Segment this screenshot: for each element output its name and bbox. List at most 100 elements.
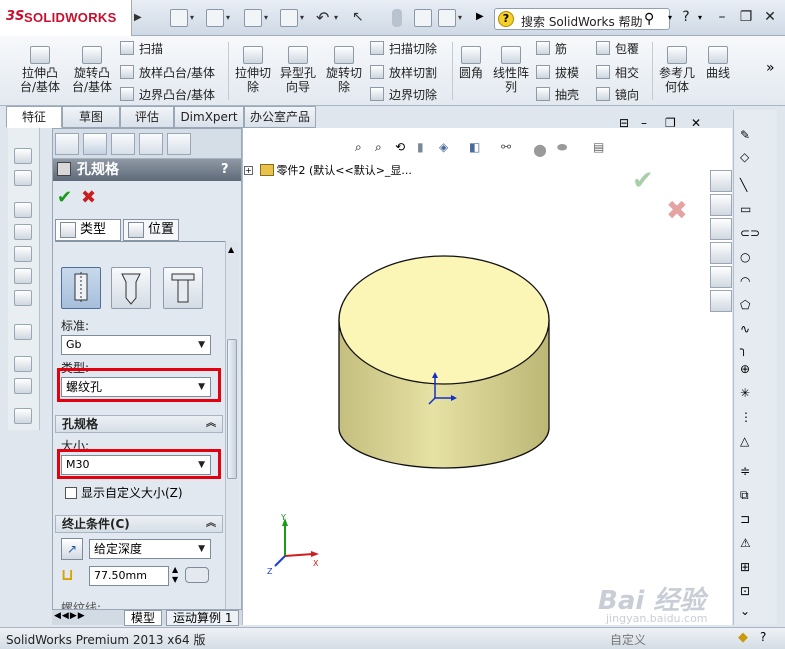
help-dropdown-icon[interactable]: ▾	[698, 13, 702, 22]
tab-evaluate[interactable]: 评估	[120, 106, 174, 128]
toolbar-icon[interactable]	[14, 148, 32, 164]
revolve-cut-button[interactable]: 旋转切 除	[322, 46, 366, 94]
tab-motion-study[interactable]: 运动算例 1	[166, 610, 240, 626]
swept-cut-button[interactable]: 扫描切除	[370, 40, 437, 57]
toolbar-icon[interactable]	[14, 268, 32, 284]
tab-type[interactable]: 类型	[55, 219, 121, 241]
previous-view-icon[interactable]: ⟲	[395, 140, 411, 156]
undo-dropdown-icon[interactable]: ▾	[334, 13, 338, 22]
circle-icon[interactable]: ○	[740, 250, 760, 264]
depth-input[interactable]: 77.50mm	[89, 566, 169, 586]
plane-icon[interactable]: △	[740, 434, 760, 448]
polygon-icon[interactable]: ⬠	[740, 298, 760, 312]
toolbar-icon[interactable]	[14, 224, 32, 240]
toolbar-icon[interactable]	[14, 170, 32, 186]
zoom-to-area-icon[interactable]: ⌕	[375, 140, 391, 156]
file-explorer-icon[interactable]	[710, 218, 732, 240]
flyout-feature-tree[interactable]: + 零件2 (默认<<默认>_显...	[244, 162, 412, 178]
help-menu-icon[interactable]: ?	[676, 8, 696, 28]
linear-pattern-button[interactable]: 线性阵 列	[490, 46, 532, 94]
boundary-cut-button[interactable]: 边界切除	[370, 86, 437, 103]
rectangle-icon[interactable]: ▭	[740, 202, 760, 216]
toolbar-more-down-icon[interactable]: ⌄	[740, 604, 760, 618]
open-folder-icon[interactable]	[206, 9, 224, 27]
confirm-corner-ok-icon[interactable]: ✔	[632, 166, 654, 196]
scroll-up-icon[interactable]: ▲	[228, 245, 234, 254]
ok-button[interactable]: ✔	[57, 187, 72, 208]
shell-button[interactable]: 抽壳	[536, 86, 579, 103]
viewport-split-icon[interactable]: ⊟	[619, 116, 629, 130]
revolve-boss-button[interactable]: 旋转凸 台/基体	[66, 46, 118, 94]
pm-scroll-thumb[interactable]	[227, 339, 237, 479]
reverse-direction-icon[interactable]: ↗	[61, 538, 83, 560]
graphics-area[interactable]: ⊟ – ❐ ✕ ⌕ ⌕ ⟲ ▮ ◈ ◧ ⚯ ● ⬬ ▤ Y X Z	[242, 116, 732, 625]
sweep-button[interactable]: 扫描	[120, 40, 163, 57]
select-arrow-icon[interactable]: ↖	[352, 9, 364, 25]
help-status-icon[interactable]: ?	[760, 630, 766, 644]
rib-button[interactable]: 筋	[536, 40, 567, 57]
hole-wizard-button[interactable]: 异型孔 向导	[276, 46, 320, 94]
dimxpert-tab-icon[interactable]	[139, 133, 163, 155]
mirror-button[interactable]: 镜向	[596, 86, 639, 103]
trim-icon[interactable]: ≑	[740, 464, 760, 478]
tab-model[interactable]: 模型	[124, 610, 163, 626]
help-search-box[interactable]: ? 搜索 SolidWorks 帮助 ⚲	[494, 8, 670, 30]
tab-position[interactable]: 位置	[123, 219, 179, 241]
point-icon[interactable]: ⊕	[740, 362, 760, 376]
tab-sketch[interactable]: 草图	[62, 106, 120, 128]
viewport-restore-icon[interactable]: ❐	[665, 116, 676, 130]
feature-tree-tab-icon[interactable]	[55, 133, 79, 155]
boss-extrude-button[interactable]: 拉伸凸 台/基体	[14, 46, 66, 94]
tab-office-products[interactable]: 办公室产品	[244, 106, 316, 128]
convert-entities-icon[interactable]: ⧉	[740, 488, 760, 502]
cut-extrude-button[interactable]: 拉伸切 除	[232, 46, 274, 94]
toolbar-icon[interactable]	[14, 246, 32, 262]
zoom-to-fit-icon[interactable]: ⌕	[355, 140, 371, 156]
apply-scene-icon[interactable]: ⬬	[557, 140, 573, 156]
restore-icon[interactable]: ❐	[736, 8, 756, 28]
tree-expand-icon[interactable]: +	[244, 166, 253, 175]
toolbar-more-icon[interactable]: ▶	[476, 11, 484, 22]
design-library-icon[interactable]	[710, 194, 732, 216]
view-orientation-icon[interactable]: ◈	[439, 140, 455, 156]
view-settings-icon[interactable]: ▤	[593, 140, 609, 156]
solidworks-resources-icon[interactable]	[710, 170, 732, 192]
print-dropdown-icon[interactable]: ▾	[300, 13, 304, 22]
viewport-minimize-icon[interactable]: –	[641, 116, 647, 130]
toolbar-icon[interactable]	[14, 324, 32, 340]
section-view-icon[interactable]: ▮	[417, 140, 433, 156]
logo-area[interactable]: 3S SOLIDWORKS	[0, 0, 132, 36]
draft-button[interactable]: 拔模	[536, 64, 579, 81]
menu-expand-icon[interactable]: ▶	[134, 12, 142, 23]
configuration-tab-icon[interactable]	[111, 133, 135, 155]
tab-dimxpert[interactable]: DimXpert	[174, 106, 244, 128]
viewport-close-icon[interactable]: ✕	[691, 116, 701, 130]
lofted-cut-button[interactable]: 放样切割	[370, 64, 437, 81]
display-style-icon[interactable]: ◧	[469, 140, 485, 156]
custom-size-checkbox[interactable]	[65, 487, 77, 499]
curves-button[interactable]: 曲线	[702, 46, 734, 80]
toolbar-icon[interactable]	[14, 378, 32, 394]
save-dropdown-icon[interactable]: ▾	[264, 13, 268, 22]
status-custom[interactable]: 自定义	[610, 631, 646, 648]
hide-show-items-icon[interactable]: ⚯	[501, 140, 517, 156]
print-icon[interactable]	[280, 9, 298, 27]
size-select[interactable]: M30 ▼	[61, 455, 211, 475]
search-icon[interactable]: ⚲	[644, 11, 654, 27]
counterbore-hole-button[interactable]	[61, 267, 101, 309]
custom-size-row[interactable]: 显示自定义大小(Z)	[65, 484, 183, 501]
tapped-hole-button[interactable]	[163, 267, 203, 309]
type-select[interactable]: 螺纹孔 ▼	[61, 377, 211, 397]
mirror-entities-icon[interactable]: ⚠	[740, 536, 760, 550]
cylinder-model[interactable]	[329, 238, 569, 478]
toolbar-icon[interactable]	[14, 290, 32, 306]
arc-icon[interactable]: ◠	[740, 274, 760, 288]
toolbar-icon[interactable]	[14, 202, 32, 218]
open-dropdown-icon[interactable]: ▾	[226, 13, 230, 22]
end-condition-select[interactable]: 给定深度 ▼	[89, 539, 211, 559]
new-document-icon[interactable]	[170, 9, 188, 27]
loft-button[interactable]: 放样凸台/基体	[120, 64, 215, 81]
spline-icon[interactable]: ∿	[740, 322, 760, 336]
hole-spec-section-header[interactable]: 孔规格 ︽	[55, 415, 223, 433]
new-dropdown-icon[interactable]: ▾	[190, 13, 194, 22]
